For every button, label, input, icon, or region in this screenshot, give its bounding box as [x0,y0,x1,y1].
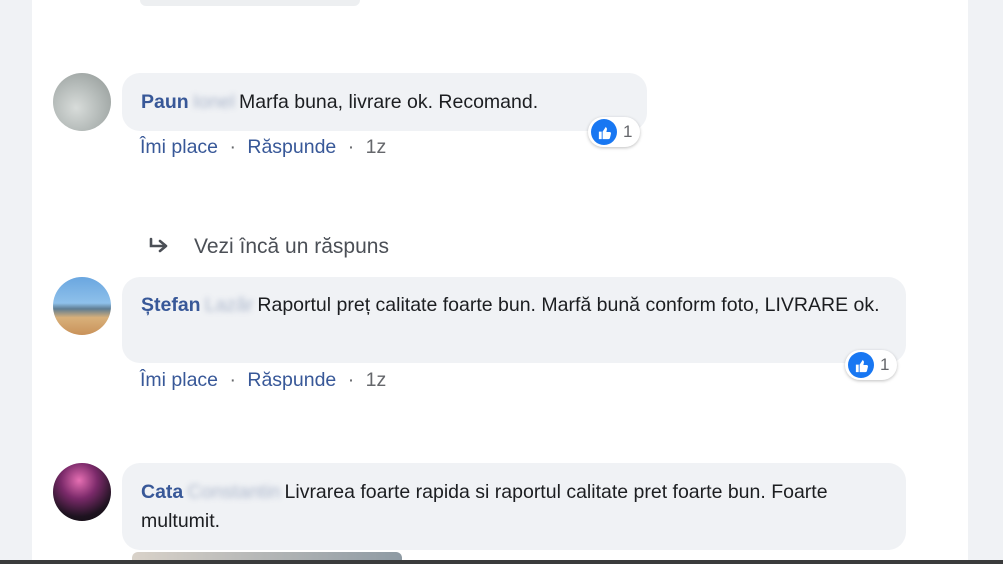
window-bottom-edge [0,560,1003,564]
comment-actions: Îmi place · Răspunde · 1z [140,136,386,159]
author-surname-redacted: Ionel [192,90,235,113]
separator: · [347,369,355,391]
separator: · [229,136,236,158]
like-link[interactable]: Îmi place [140,136,218,158]
reaction-count: 1 [623,122,633,141]
author-surname-redacted: Lazăr [204,294,254,316]
separator: · [347,136,355,158]
like-link[interactable]: Îmi place [140,369,218,391]
comment-author[interactable]: Ștefan [141,294,201,316]
reaction-count-badge[interactable]: 1 [845,350,898,380]
page-background-right [968,0,1003,564]
previous-comment-remnant [140,0,360,6]
thumbs-up-icon [848,352,874,378]
comment-author[interactable]: Paun [141,91,189,113]
comment-actions: Îmi place · Răspunde · 1z [140,369,386,392]
separator: · [229,369,236,391]
comment-bubble: Paun Ionel Marfa buna, livrare ok. Recoman… [122,73,647,131]
avatar[interactable] [53,277,111,335]
comment-author[interactable]: Cata [141,481,183,503]
reaction-count: 1 [880,355,890,374]
comment-age[interactable]: 1z [366,136,387,158]
comment-bubble: Cata Constantin Livrarea foarte rapida si … [122,463,906,550]
comment-age[interactable]: 1z [366,369,387,391]
comment-text: Raportul preț calitate foarte bun. Marfă… [257,294,880,316]
view-more-replies-label: Vezi încă un răspuns [194,235,389,258]
reaction-count-badge[interactable]: 1 [588,117,641,147]
thumbs-up-icon [591,119,617,145]
reply-link[interactable]: Răspunde [247,369,336,391]
author-surname-redacted: Constantin [187,481,281,503]
avatar[interactable] [53,463,111,521]
comment-bubble: Ștefan Lazăr Raportul preț calitate foarte… [122,277,906,363]
avatar[interactable] [53,73,111,131]
comment-text: Marfa buna, livrare ok. Recomand. [238,90,539,113]
reply-link[interactable]: Răspunde [247,136,336,158]
reply-arrow-icon [149,237,168,253]
view-more-replies-button[interactable]: Vezi încă un răspuns [148,235,389,259]
